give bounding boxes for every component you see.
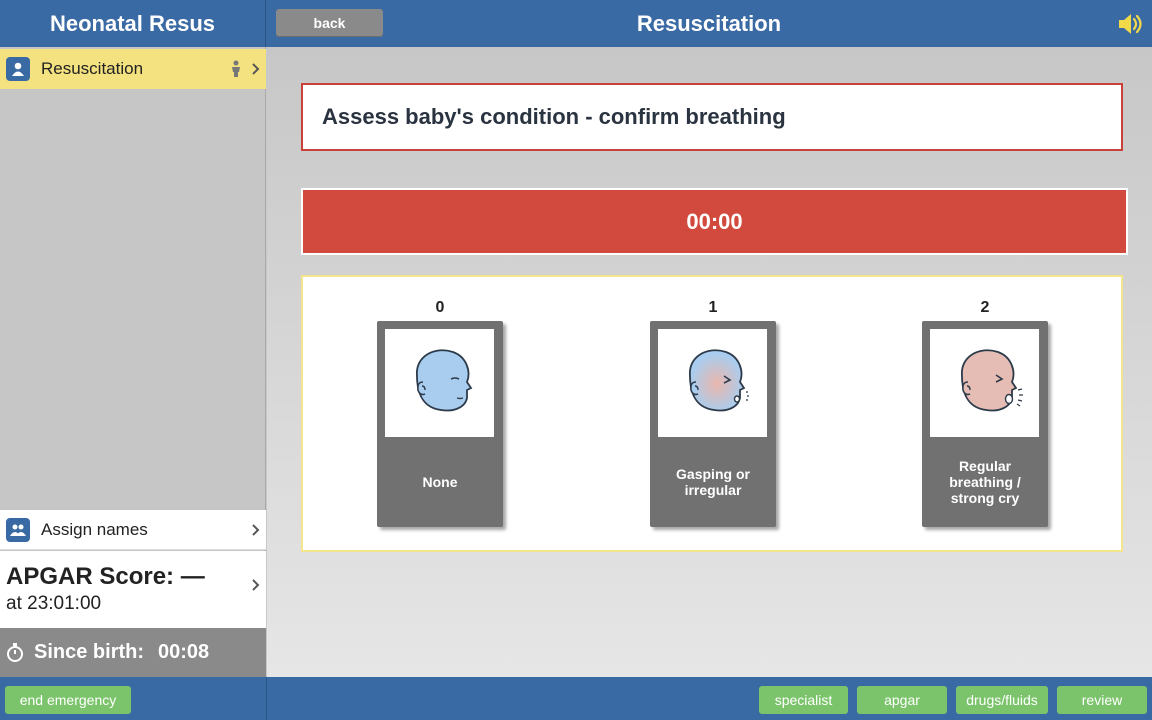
review-button[interactable]: review [1057,686,1147,714]
page-title: Resuscitation [636,10,782,36]
back-button[interactable]: back [276,9,383,37]
end-emergency-button[interactable]: end emergency [5,686,131,714]
app-title: Neonatal Resus [0,0,266,47]
since-birth-value: 00:08 [158,641,210,663]
chevron-right-icon [252,579,260,591]
baby-face-blue-icon [385,329,494,437]
chevron-right-icon [252,523,260,536]
sidebar: Resuscitation Assign names APGAR Score: … [0,47,266,677]
apgar-score-panel[interactable]: APGAR Score: — at 23:01:00 [0,551,266,628]
baby-face-pink-icon [930,329,1039,437]
sidebar-item-label: Resuscitation [41,59,144,78]
breathing-choices-panel: 0 None 1 Gasping or irregular 2 Regular … [301,275,1123,552]
choice-score: 1 [708,299,718,316]
people-icon [6,517,30,542]
top-bar: Neonatal Resus Resuscitation back [0,0,1152,47]
choice-label: None [422,474,458,490]
choice-label: Gasping or irregular [676,466,750,498]
stopwatch-icon [7,642,23,662]
choice-label: Regular breathing / strong cry [949,458,1021,506]
choice-score: 2 [980,299,990,316]
since-birth-label: Since birth: [34,641,145,663]
assign-names-label: Assign names [41,519,148,539]
bottom-bar: end emergency specialist apgar drugs/flu… [0,677,1152,720]
drugs-fluids-button[interactable]: drugs/fluids [956,686,1048,714]
choice-card[interactable]: None [377,321,503,527]
instruction-prompt: Assess baby's condition - confirm breath… [301,83,1123,151]
assign-names-row[interactable]: Assign names [0,510,266,550]
apgar-score-title: APGAR Score: — [6,563,205,590]
apgar-score-time: at 23:01:00 [6,593,102,614]
sidebar-item-resuscitation[interactable]: Resuscitation [0,49,266,89]
bottom-divider [266,677,267,720]
main-panel: Assess baby's condition - confirm breath… [267,47,1152,677]
choice-score: 0 [435,299,445,316]
choice-card[interactable]: Regular breathing / strong cry [922,321,1048,527]
baby-face-mixed-icon [658,329,767,437]
timer-display: 00:00 [301,188,1128,255]
child-figure-icon [232,60,240,77]
choice-card[interactable]: Gasping or irregular [650,321,776,527]
since-birth-row: Since birth: 00:08 [0,628,266,677]
speaker-icon[interactable] [1116,10,1144,38]
specialist-button[interactable]: specialist [759,686,848,714]
person-icon [6,57,30,81]
chevron-right-icon [252,63,260,75]
apgar-button[interactable]: apgar [857,686,947,714]
